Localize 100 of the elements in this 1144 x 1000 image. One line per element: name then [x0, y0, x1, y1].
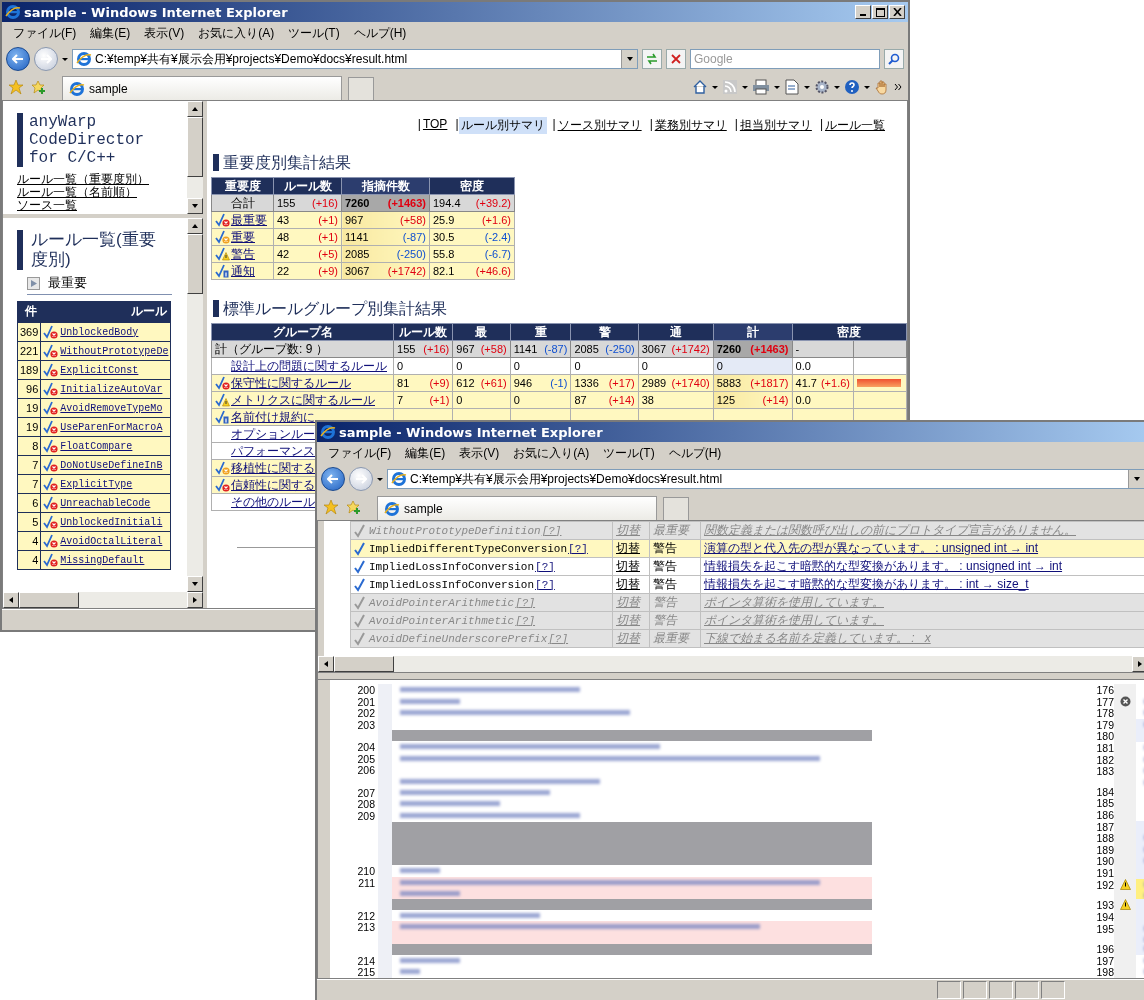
nav-link[interactable]: ルール別サマリ — [458, 117, 547, 134]
change-value: (+1742) — [671, 342, 710, 356]
browser-tab[interactable]: sample — [62, 76, 342, 100]
violation-row[interactable]: ImpliedDifferentTypeConversion[?] 切替 警告 演算の型と代入先の型が異なっています。 : unsigned int → int — [350, 539, 1144, 558]
menu-item[interactable]: ツール(T) — [281, 22, 347, 44]
group-link[interactable]: 信頼性に関する — [231, 478, 315, 492]
rule-link[interactable]: DoNotUseDefineInB — [60, 459, 163, 471]
change-value: (+1740) — [671, 376, 710, 390]
toggle-link[interactable]: 切替 — [616, 577, 640, 591]
menu-item[interactable]: お気に入り(A) — [191, 22, 282, 44]
menu-item[interactable]: 表示(V) — [137, 22, 192, 44]
group-link[interactable]: 保守性に関するルール — [231, 376, 351, 390]
nav-link[interactable]: TOP — [420, 117, 450, 134]
change-value: (-250) — [396, 247, 426, 261]
rule-link[interactable]: FloatCompare — [60, 440, 133, 452]
group-link[interactable]: 重要 — [231, 230, 255, 244]
line-number: 212 — [357, 909, 375, 922]
group-link[interactable]: その他のルール — [231, 495, 315, 509]
rule-link[interactable]: ExplicitType — [60, 478, 133, 490]
column-header: 最 — [452, 323, 511, 341]
menu-item[interactable]: ツール(T) — [596, 442, 662, 464]
search-field[interactable]: Google — [690, 49, 880, 69]
line-number: 191 — [1096, 867, 1114, 879]
column-header: ルール数 — [273, 177, 342, 195]
nav-link[interactable]: ソース別サマリ — [555, 117, 644, 134]
group-link[interactable]: 設計上の問題に関するルール — [231, 359, 387, 373]
column-header: 計 — [713, 323, 793, 341]
group-link[interactable]: 通知 — [231, 264, 255, 278]
column-header: ルール — [40, 301, 171, 323]
address-field[interactable]: C:¥temp¥共有¥展示会用¥projects¥Demo¥docs¥result.html — [387, 469, 1144, 489]
rule-link[interactable]: ExplicitConst — [60, 364, 139, 376]
group-link[interactable]: 移植性に関する — [231, 461, 315, 475]
rule-link[interactable]: AvoidOctalLiteral — [60, 535, 163, 547]
toggle-link[interactable]: 切替 — [616, 559, 640, 573]
help-link[interactable]: [?] — [568, 542, 588, 555]
column-header: 件 — [17, 301, 41, 323]
line-number: 193 — [1096, 899, 1114, 912]
change-value: (+9) — [429, 376, 450, 390]
nav-link[interactable]: 業務別サマリ — [652, 117, 729, 134]
message-link[interactable]: 情報損失を起こす暗黙的な型変換があります。 : unsigned int → int — [704, 559, 1063, 573]
nav-link[interactable]: ルール一覧（名前順） — [17, 186, 187, 199]
rule-link[interactable]: UseParenForMacroA — [60, 421, 163, 433]
group-link[interactable]: パフォーマンス — [231, 444, 315, 458]
window-title: sample - Windows Internet Explorer — [339, 424, 603, 440]
change-value: (-250) — [605, 342, 635, 356]
section-heading: 重要度別集計結果 — [213, 154, 351, 171]
change-value: (-1) — [550, 376, 568, 390]
group-link[interactable]: 名前付け規約に — [231, 410, 315, 424]
browser-tab[interactable]: sample — [377, 496, 657, 520]
table-cell: 369 — [17, 322, 41, 342]
table-cell: 0 — [638, 357, 714, 375]
violation-row[interactable]: ImpliedLossInfoConversion[?] 切替 警告 情報損失を起こす暗黙的な型変換があります。 : unsigned int → int — [350, 557, 1144, 576]
change-value: (+1) — [429, 393, 450, 407]
toggle-link[interactable]: 切替 — [616, 541, 640, 555]
line-number: 210 — [357, 865, 375, 877]
group-link[interactable]: 警告 — [231, 247, 255, 261]
change-value: (+61) — [480, 376, 507, 390]
change-value: (+1463) — [750, 342, 789, 356]
menu-item[interactable]: ヘルプ(H) — [346, 22, 414, 44]
rule-link[interactable]: WithoutPrototypeDe — [60, 345, 169, 357]
column-header: 通 — [638, 323, 714, 341]
nav-link[interactable]: ルール一覧 — [823, 117, 887, 134]
menu-item[interactable]: ファイル(F) — [6, 22, 84, 44]
message-link[interactable]: 演算の型と代入先の型が異なっています。 : unsigned int → int — [704, 541, 1039, 555]
message-link[interactable]: 情報損失を起こす暗黙的な型変換があります。 : int → size_t — [704, 577, 1029, 591]
menu-item[interactable]: ヘルプ(H) — [661, 442, 729, 464]
rule-link[interactable]: UnblockedBody — [60, 326, 139, 338]
violation-row[interactable]: ImpliedLossInfoConversion[?] 切替 警告 情報損失を起こす暗黙的な型変換があります。 : int → size_t — [350, 575, 1144, 594]
rule-link[interactable]: AvoidRemoveTypeMo — [60, 402, 163, 414]
rule-link[interactable]: UnblockedInitiali — [60, 516, 163, 528]
rule-link[interactable]: MissingDefault — [60, 554, 145, 566]
help-link[interactable]: [?] — [535, 560, 555, 573]
change-value: (+9) — [318, 264, 338, 278]
line-number: 192 — [1096, 878, 1114, 891]
line-number: 206 — [357, 764, 375, 777]
menu-item[interactable]: お気に入り(A) — [506, 442, 597, 464]
nav-link[interactable]: ソース一覧 — [17, 199, 187, 212]
group-link[interactable]: 最重要 — [231, 213, 267, 227]
help-link[interactable]: [?] — [535, 578, 555, 591]
nav-link[interactable]: ルール一覧（重要度別） — [17, 173, 187, 186]
line-number: 204 — [357, 741, 375, 754]
change-value: (+58) — [480, 342, 507, 356]
address-text: C:¥temp¥共有¥展示会用¥projects¥Demo¥docs¥result.html — [95, 50, 408, 68]
column-header: グループ名 — [211, 323, 394, 341]
group-link[interactable]: メトリクスに関するルール — [231, 393, 375, 407]
menu-item[interactable]: 表示(V) — [452, 442, 507, 464]
rule-link[interactable]: InitializeAutoVar — [60, 383, 163, 395]
nav-link[interactable]: 担当別サマリ — [737, 117, 814, 134]
menu-item[interactable]: ファイル(F) — [321, 442, 399, 464]
line-number: 186 — [1096, 809, 1114, 822]
line-number: 208 — [357, 798, 375, 811]
menu-item[interactable]: 編集(E) — [398, 442, 453, 464]
group-link[interactable]: オプションルー — [231, 427, 315, 441]
line-number: 213 — [357, 921, 375, 934]
address-field[interactable]: C:¥temp¥共有¥展示会用¥projects¥Demo¥docs¥result.html — [72, 49, 638, 69]
rule-name: AvoidPointerArithmetic — [369, 614, 515, 627]
menu-item[interactable]: 編集(E) — [83, 22, 138, 44]
rule-link[interactable]: UnreachableCode — [60, 497, 151, 509]
product-title: anyWarp CodeDirector for C/C++ — [17, 113, 159, 167]
line-number: 183 — [1096, 765, 1114, 778]
